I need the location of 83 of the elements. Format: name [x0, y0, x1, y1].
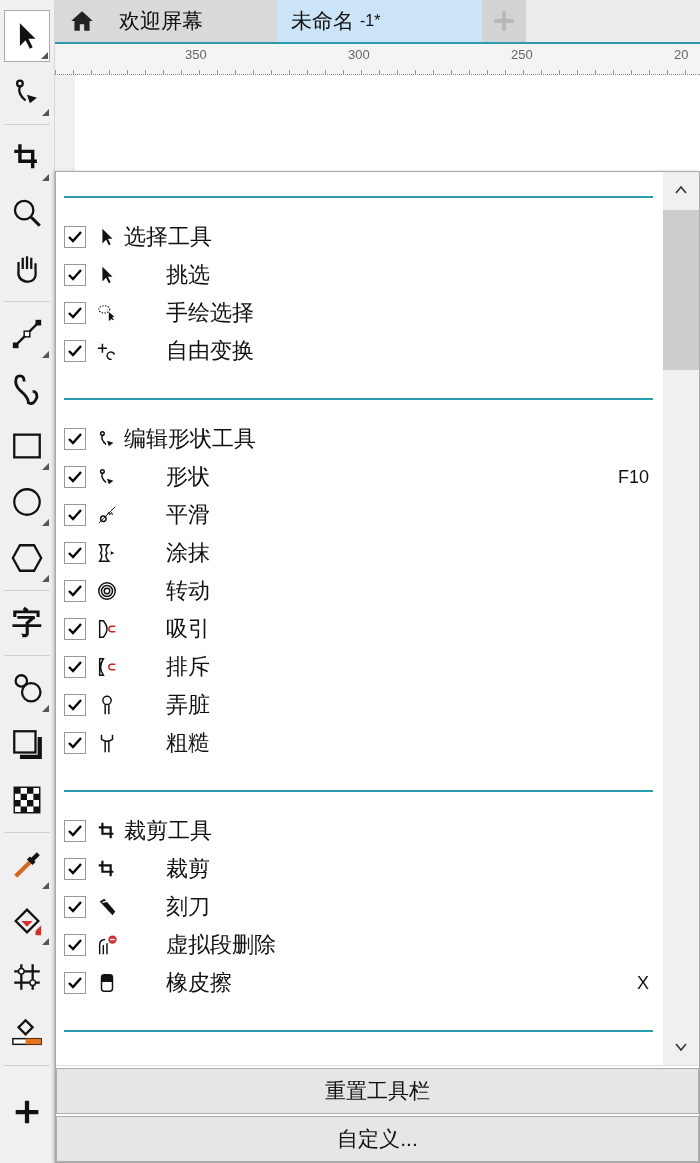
check-icon [67, 583, 83, 599]
tool-label: 橡皮擦 [166, 969, 232, 997]
check-icon [67, 545, 83, 561]
tool-label: 虚拟段删除 [166, 931, 276, 959]
checkbox[interactable] [64, 934, 86, 956]
tool-label: 排斥 [166, 653, 210, 681]
document-tab[interactable]: 欢迎屏幕 [55, 0, 277, 42]
tool-label: 自由变换 [166, 337, 254, 365]
checkbox[interactable] [64, 694, 86, 716]
checkbox[interactable] [64, 618, 86, 640]
plus-icon [491, 8, 517, 34]
tab-suffix: -1* [360, 12, 381, 30]
tool-group-label: 选择工具 [124, 223, 212, 251]
check-icon [67, 621, 83, 637]
shortcut-key: F10 [617, 466, 653, 488]
line-nodes-icon [10, 317, 44, 351]
tool-group-label: 编辑形状工具 [124, 425, 256, 453]
ruler-label: 250 [511, 47, 533, 62]
checkbox[interactable] [64, 858, 86, 880]
checkbox[interactable] [64, 226, 86, 248]
tool-label: 吸引 [166, 615, 210, 643]
check-icon [67, 343, 83, 359]
tool-button[interactable] [4, 10, 50, 62]
check-icon [67, 735, 83, 751]
panel-button[interactable]: 自定义... [56, 1116, 699, 1162]
check-icon [67, 267, 83, 283]
checkbox[interactable] [64, 340, 86, 362]
check-icon [67, 469, 83, 485]
checkbox[interactable] [64, 504, 86, 526]
check-icon [67, 937, 83, 953]
checkbox[interactable] [64, 896, 86, 918]
spiral-icon [96, 580, 118, 602]
document-tab[interactable]: 未命名 -1* [277, 0, 482, 42]
ruler-label: 350 [185, 47, 207, 62]
check-icon [67, 823, 83, 839]
checkbox[interactable] [64, 542, 86, 564]
segment-delete-icon [96, 934, 118, 956]
panel-button[interactable]: 重置工具栏 [56, 1068, 699, 1114]
checkbox[interactable] [64, 972, 86, 994]
tool-label: 平滑 [166, 501, 210, 529]
check-icon [67, 861, 83, 877]
scrollbar-thumb[interactable] [663, 210, 699, 370]
tool-label: 裁剪 [166, 855, 210, 883]
magnet-icon [96, 656, 118, 678]
circle-icon [10, 485, 44, 519]
tool-label: 弄脏 [166, 691, 210, 719]
checkbox[interactable] [64, 580, 86, 602]
check-icon [67, 305, 83, 321]
checkbox[interactable] [64, 732, 86, 754]
flyout-corner-icon [42, 109, 49, 116]
ruler-label: 300 [348, 47, 370, 62]
tool-label: 形状 [166, 463, 210, 491]
magnet-icon [96, 618, 118, 640]
shortcut-key: X [637, 972, 653, 994]
text-tool-button[interactable]: 字 [4, 597, 50, 649]
checkbox[interactable] [64, 820, 86, 842]
tool-label: 刻刀 [166, 893, 210, 921]
check-icon [67, 659, 83, 675]
tool-label: 粗糙 [166, 729, 210, 757]
tab-label: 欢迎屏幕 [119, 8, 203, 34]
flyout-corner-icon [41, 52, 48, 59]
tool-label: 转动 [166, 577, 210, 605]
checkbox[interactable] [64, 656, 86, 678]
hexagon-icon [10, 541, 44, 575]
scrollbar[interactable] [663, 172, 699, 1065]
checkbox[interactable] [64, 466, 86, 488]
check-icon [67, 229, 83, 245]
check-icon [67, 899, 83, 915]
check-icon [67, 697, 83, 713]
checkbox[interactable] [64, 302, 86, 324]
checkbox[interactable] [64, 428, 86, 450]
tab-label: 未命名 [291, 8, 354, 34]
check-icon [67, 507, 83, 523]
tool-label: 手绘选择 [166, 299, 254, 327]
brush-stroke-icon [96, 504, 118, 526]
check-icon [67, 975, 83, 991]
tool-label: 涂抹 [166, 539, 210, 567]
check-icon [67, 431, 83, 447]
tool-group-label: 裁剪工具 [124, 817, 212, 845]
shadow-square-icon [10, 727, 44, 761]
checkbox[interactable] [64, 264, 86, 286]
tool-label: 挑选 [166, 261, 210, 289]
ruler-label: 20 [674, 47, 689, 62]
